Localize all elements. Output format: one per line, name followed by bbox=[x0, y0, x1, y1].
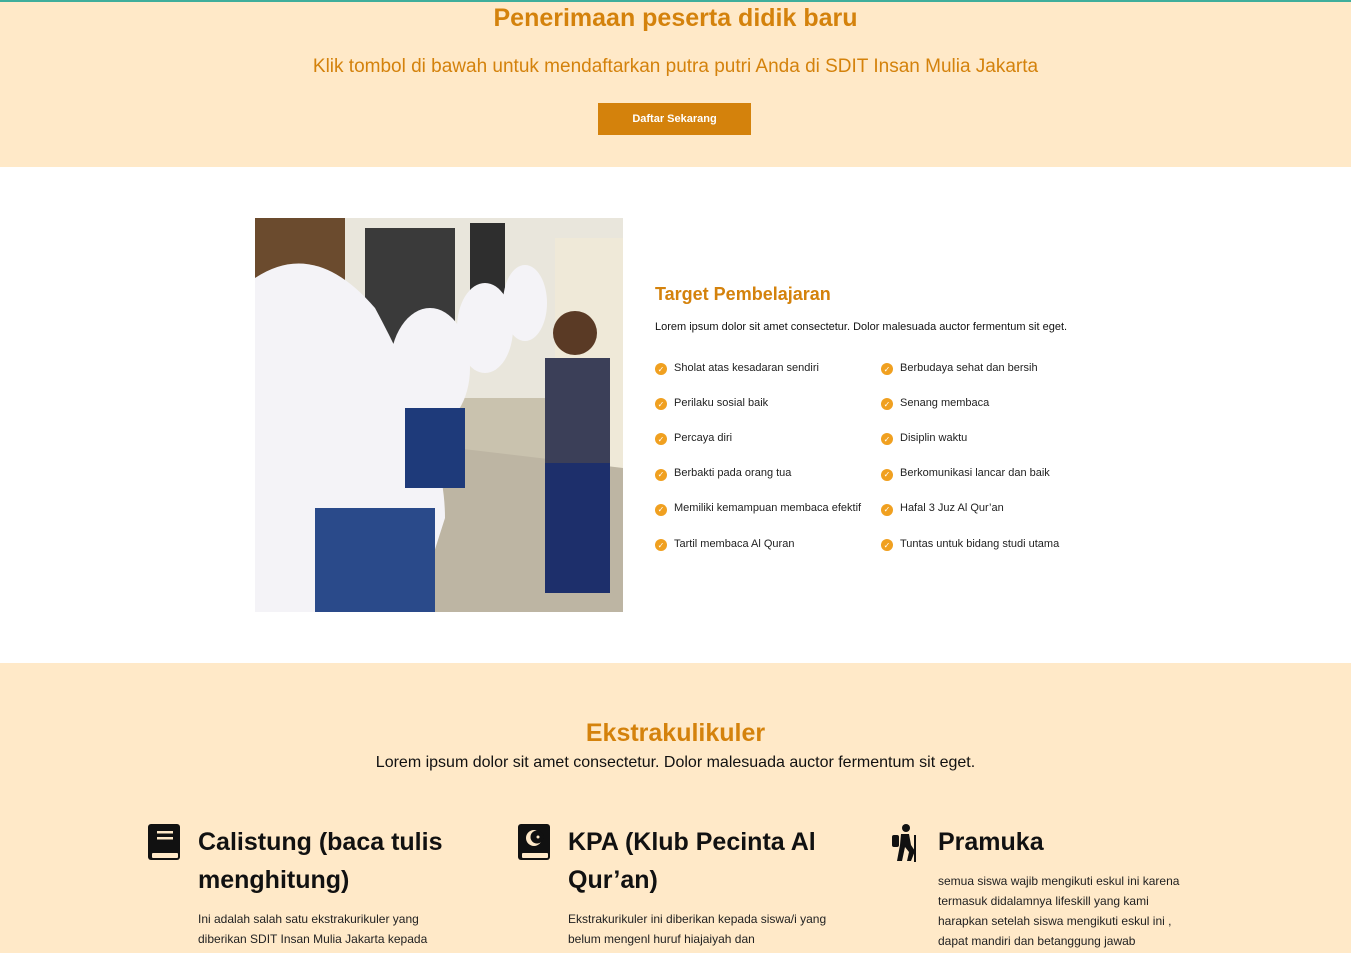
banner-subtitle: Klik tombol di bawah untuk mendaftarkan … bbox=[312, 56, 1039, 77]
list-item: ✓ Berbakti pada orang tua bbox=[655, 456, 885, 491]
card-body: Ini adalah salah satu ekstrakurikuler ya… bbox=[198, 912, 428, 946]
quran-icon bbox=[518, 824, 550, 860]
register-button[interactable]: Daftar Sekarang bbox=[598, 103, 751, 135]
list-item: ✓ Memiliki kemampuan membaca efektif bbox=[655, 491, 885, 526]
card-title: Calistung (baca tulis menghitung) bbox=[198, 828, 443, 894]
list-item: ✓ Hafal 3 Juz Al Qur’an bbox=[881, 491, 1111, 526]
check-icon: ✓ bbox=[655, 503, 667, 516]
card-body: Ekstrakurikuler ini diberikan kepada sis… bbox=[568, 912, 827, 946]
check-icon: ✓ bbox=[881, 468, 893, 481]
book-icon bbox=[148, 824, 180, 860]
card-title: KPA (Klub Pecinta Al Qur’an) bbox=[568, 828, 816, 894]
list-item: ✓ Tuntas untuk bidang studi utama bbox=[881, 526, 1111, 561]
hiking-icon bbox=[892, 824, 916, 862]
students-photo-illustration bbox=[255, 218, 623, 612]
check-icon: ✓ bbox=[655, 363, 667, 376]
list-item: ✓ Sholat atas kesadaran sendiri bbox=[655, 350, 885, 385]
target-list-left: ✓ Sholat atas kesadaran sendiri ✓ Perilaku… bbox=[655, 350, 885, 561]
top-border bbox=[0, 0, 1351, 2]
list-item: ✓ Perilaku sosial baik bbox=[655, 385, 885, 420]
list-item: ✓ Berkomunikasi lancar dan baik bbox=[881, 456, 1111, 491]
target-description: Lorem ipsum dolor sit amet consectetur. … bbox=[655, 321, 1068, 333]
check-icon: ✓ bbox=[881, 398, 893, 411]
list-item: ✓ Percaya diri bbox=[655, 420, 885, 455]
extracurricular-subtitle: Lorem ipsum dolor sit amet consectetur. … bbox=[375, 754, 976, 771]
banner-title: Penerimaan peserta didik baru bbox=[493, 4, 858, 32]
list-item: ✓ Disiplin waktu bbox=[881, 420, 1111, 455]
target-title: Target Pembelajaran bbox=[655, 284, 831, 304]
card-title: Pramuka bbox=[938, 828, 1044, 856]
check-icon: ✓ bbox=[655, 468, 667, 481]
check-icon: ✓ bbox=[881, 503, 893, 516]
extracurricular-section: Ekstrakulikuler Lorem ipsum dolor sit am… bbox=[0, 663, 1351, 953]
target-list-right: ✓ Berbudaya sehat dan bersih ✓ Senang memb… bbox=[881, 350, 1111, 561]
check-icon: ✓ bbox=[881, 539, 893, 552]
list-item: ✓ Tartil membaca Al Quran bbox=[655, 526, 885, 561]
check-icon: ✓ bbox=[881, 433, 893, 446]
registration-banner: Penerimaan peserta didik baru Klik tombo… bbox=[0, 0, 1351, 167]
list-item: ✓ Berbudaya sehat dan bersih bbox=[881, 350, 1111, 385]
check-icon: ✓ bbox=[655, 433, 667, 446]
check-icon: ✓ bbox=[655, 398, 667, 411]
card-body: semua siswa wajib mengikuti eskul ini ka… bbox=[938, 874, 1180, 948]
extracurricular-title: Ekstrakulikuler bbox=[585, 719, 766, 747]
students-photo bbox=[255, 218, 623, 612]
list-item: ✓ Senang membaca bbox=[881, 385, 1111, 420]
check-icon: ✓ bbox=[881, 363, 893, 376]
check-icon: ✓ bbox=[655, 539, 667, 552]
